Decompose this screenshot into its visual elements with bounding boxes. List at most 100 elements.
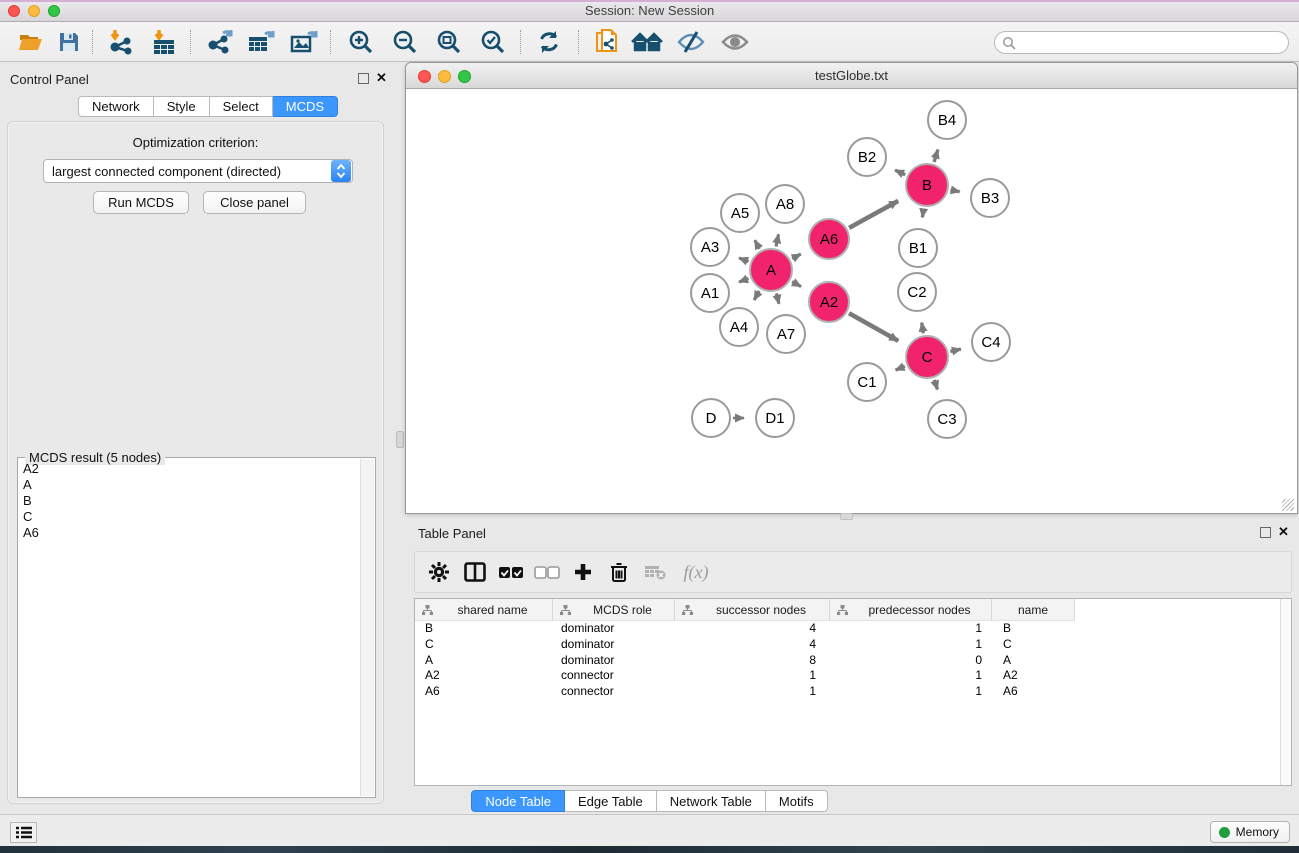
table-cell[interactable]: A — [992, 653, 1075, 669]
table-row[interactable]: A2connector11A2 — [415, 668, 1291, 684]
save-icon[interactable] — [52, 26, 86, 58]
table-cell[interactable]: A — [415, 653, 553, 669]
graph-edge-A6-B[interactable] — [849, 201, 898, 228]
tab-network[interactable]: Network — [78, 96, 154, 117]
table-cell[interactable]: 4 — [675, 637, 830, 653]
table-cell[interactable]: A6 — [992, 684, 1075, 700]
graph-node-C4[interactable]: C4 — [971, 322, 1011, 362]
import-table-icon[interactable] — [147, 26, 181, 58]
table-row[interactable]: Cdominator41C — [415, 637, 1291, 653]
network-canvas[interactable]: B4B2BB3A8A5A6A3B1AA1C2A2A4A7C4CC1C3DD1 — [407, 90, 1296, 513]
table-cell[interactable]: dominator — [553, 637, 675, 653]
graph-node-C1[interactable]: C1 — [847, 362, 887, 402]
select-all-icon[interactable] — [493, 555, 529, 589]
open-folder-icon[interactable] — [14, 26, 48, 58]
graph-edge-B-B4[interactable] — [934, 150, 938, 162]
table-cell[interactable]: dominator — [553, 653, 675, 669]
search-field[interactable] — [994, 31, 1289, 54]
optimization-criterion-dropdown[interactable]: largest connected component (directed) — [43, 159, 353, 183]
table-cell[interactable]: dominator — [553, 621, 675, 637]
column-header-MCDS-role[interactable]: MCDS role — [553, 599, 675, 621]
table-cell[interactable]: 0 — [830, 653, 992, 669]
columns-icon[interactable] — [457, 555, 493, 589]
graph-node-A4[interactable]: A4 — [719, 307, 759, 347]
graph-node-D[interactable]: D — [691, 398, 731, 438]
graph-node-B2[interactable]: B2 — [847, 137, 887, 177]
table-cell[interactable]: 1 — [675, 684, 830, 700]
close-panel-icon[interactable]: ✕ — [1278, 525, 1289, 539]
graph-edge-C-C2[interactable] — [922, 323, 924, 334]
duplicate-network-icon[interactable] — [590, 26, 624, 58]
search-input[interactable] — [1016, 34, 1288, 52]
table-cell[interactable]: 1 — [830, 668, 992, 684]
tab-mcds[interactable]: MCDS — [273, 96, 338, 117]
graph-node-A8[interactable]: A8 — [765, 184, 805, 224]
graph-edge-B-B2[interactable] — [895, 170, 905, 175]
graph-node-A1[interactable]: A1 — [690, 273, 730, 313]
graph-node-A3[interactable]: A3 — [690, 227, 730, 267]
table-scrollbar[interactable] — [1280, 599, 1291, 785]
graph-edge-C-C1[interactable] — [896, 366, 905, 370]
graph-edge-B-B1[interactable] — [922, 209, 923, 218]
table-cell[interactable]: 1 — [830, 621, 992, 637]
graph-edge-C-C3[interactable] — [934, 380, 937, 390]
table-cell[interactable]: B — [415, 621, 553, 637]
tab-edge-table[interactable]: Edge Table — [565, 790, 657, 812]
column-header-name[interactable]: name — [992, 599, 1075, 621]
list-item[interactable]: C — [20, 509, 359, 525]
table-cell[interactable]: 8 — [675, 653, 830, 669]
tab-style[interactable]: Style — [154, 96, 210, 117]
memory-button[interactable]: Memory — [1210, 821, 1290, 843]
split-divider-handle[interactable] — [840, 513, 853, 520]
graph-edge-A-A8[interactable] — [776, 234, 779, 246]
table-row[interactable]: Bdominator41B — [415, 621, 1291, 637]
panel-list-icon[interactable] — [10, 822, 37, 843]
column-header-predecessor-nodes[interactable]: predecessor nodes — [830, 599, 992, 621]
table-cell[interactable]: A2 — [415, 668, 553, 684]
table-cell[interactable]: connector — [553, 668, 675, 684]
graph-node-C3[interactable]: C3 — [927, 399, 967, 439]
graph-node-B[interactable]: B — [905, 163, 949, 207]
graph-edge-A-A5[interactable] — [755, 240, 760, 249]
table-cell[interactable]: C — [415, 637, 553, 653]
table-cell[interactable]: A6 — [415, 684, 553, 700]
tab-select[interactable]: Select — [210, 96, 273, 117]
import-network-icon[interactable] — [104, 26, 138, 58]
graph-edge-A2-C[interactable] — [849, 313, 898, 341]
tab-network-table[interactable]: Network Table — [657, 790, 766, 812]
graph-node-D1[interactable]: D1 — [755, 398, 795, 438]
float-panel-icon[interactable] — [358, 73, 369, 84]
gear-icon[interactable] — [421, 555, 457, 589]
list-item[interactable]: A6 — [20, 525, 359, 541]
add-column-icon[interactable] — [565, 555, 601, 589]
column-header-shared-name[interactable]: shared name — [415, 599, 553, 621]
tab-node-table[interactable]: Node Table — [471, 790, 565, 812]
table-cell[interactable]: A2 — [992, 668, 1075, 684]
column-header-successor-nodes[interactable]: successor nodes — [675, 599, 830, 621]
graph-node-A[interactable]: A — [749, 248, 793, 292]
table-row[interactable]: Adominator80A — [415, 653, 1291, 669]
run-mcds-button[interactable]: Run MCDS — [93, 191, 189, 214]
graph-node-C[interactable]: C — [905, 335, 949, 379]
table-cell[interactable]: 4 — [675, 621, 830, 637]
table-cell[interactable]: 1 — [830, 637, 992, 653]
graph-node-B4[interactable]: B4 — [927, 100, 967, 140]
float-panel-icon[interactable] — [1260, 527, 1271, 538]
list-item[interactable]: B — [20, 493, 359, 509]
result-scrollbar[interactable] — [360, 459, 374, 796]
graph-edge-B-B3[interactable] — [951, 190, 960, 192]
refresh-icon[interactable] — [532, 26, 566, 58]
table-cell[interactable]: C — [992, 637, 1075, 653]
export-image-icon[interactable] — [287, 26, 321, 58]
hide-panels-icon[interactable] — [674, 26, 708, 58]
table-cell[interactable]: connector — [553, 684, 675, 700]
delete-table-icon[interactable] — [637, 555, 673, 589]
export-network-icon[interactable] — [203, 26, 237, 58]
network-window-titlebar[interactable]: testGlobe.txt — [406, 63, 1297, 89]
table-cell[interactable]: 1 — [675, 668, 830, 684]
export-table-icon[interactable] — [244, 26, 278, 58]
graph-edge-A-A6[interactable] — [792, 254, 801, 259]
list-item[interactable]: A2 — [20, 461, 359, 477]
table-cell[interactable]: B — [992, 621, 1075, 637]
graph-edge-A-A7[interactable] — [776, 293, 778, 303]
